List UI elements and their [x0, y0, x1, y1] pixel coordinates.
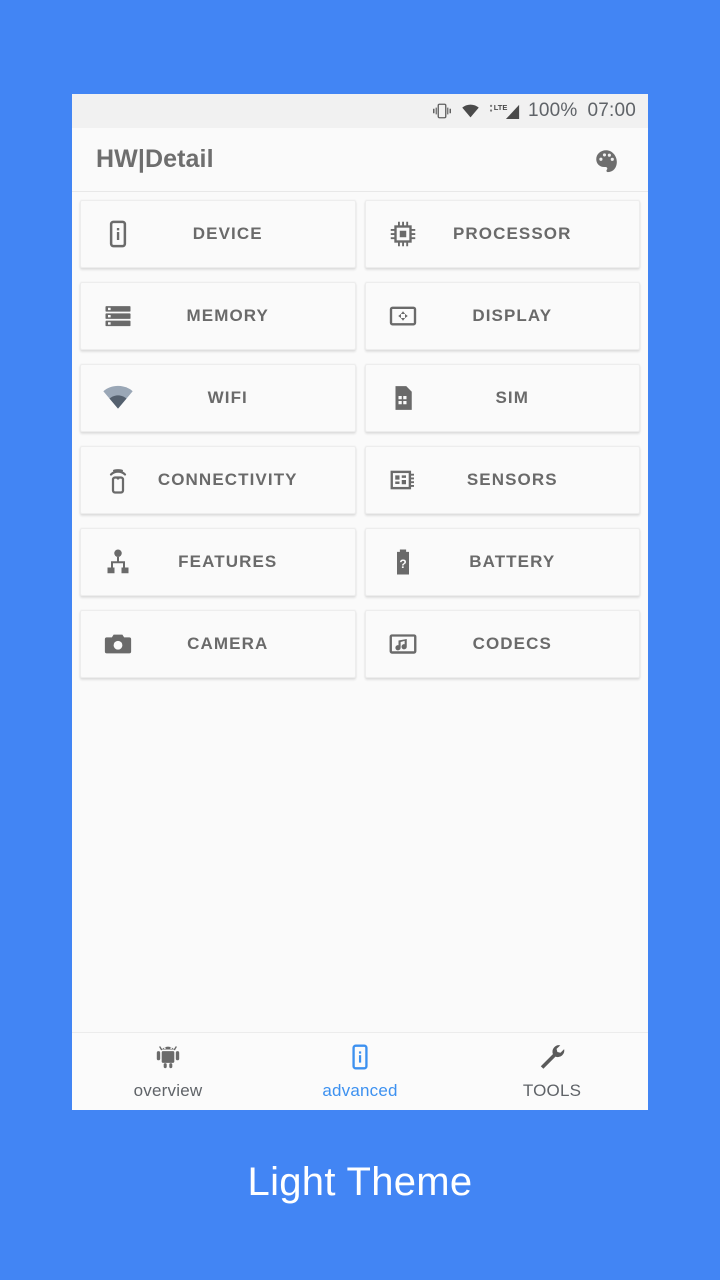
svg-text:LTE: LTE — [494, 102, 508, 111]
card-label: FEATURES — [178, 552, 278, 571]
battery-unknown-icon: ? — [366, 547, 440, 577]
nav-label: overview — [133, 1080, 203, 1100]
caption-text: Light Theme — [247, 1160, 473, 1204]
display-icon — [366, 301, 440, 331]
card-label: CONNECTIVITY — [157, 470, 298, 489]
memory-modules-icon — [81, 301, 155, 331]
nav-item-overview[interactable]: overview — [72, 1043, 264, 1101]
card-features[interactable]: FEATURES — [80, 528, 356, 596]
card-sensors[interactable]: SENSORS — [364, 446, 640, 514]
page-title: HW|Detail — [96, 145, 214, 173]
card-battery[interactable]: ? BATTERY — [364, 528, 640, 596]
card-memory[interactable]: MEMORY — [80, 282, 356, 350]
device-info-icon — [81, 219, 155, 249]
nav-item-advanced[interactable]: advanced — [264, 1043, 456, 1101]
card-label: CODECS — [472, 634, 552, 653]
status-bar: LTE 100% 07:00 — [72, 94, 648, 128]
card-wifi[interactable]: WIFI — [80, 364, 356, 432]
android-robot-icon — [154, 1043, 182, 1076]
palette-icon[interactable] — [586, 140, 626, 180]
card-connectivity[interactable]: CONNECTIVITY — [80, 446, 356, 514]
card-label: WIFI — [207, 388, 248, 407]
card-display[interactable]: DISPLAY — [364, 282, 640, 350]
card-label: CAMERA — [187, 634, 269, 653]
card-device[interactable]: DEVICE — [80, 200, 356, 268]
camera-icon — [81, 629, 155, 659]
app-toolbar: HW|Detail — [72, 128, 648, 192]
category-grid: DEVICE PROCESSOR MEMORY DISPLAY WIFI SIM… — [72, 192, 648, 678]
nav-label: TOOLS — [522, 1080, 582, 1100]
sensors-chip-icon — [366, 465, 440, 495]
features-tree-icon — [81, 547, 155, 577]
codecs-music-icon — [366, 629, 440, 659]
card-label: DISPLAY — [472, 306, 553, 325]
card-label: PROCESSOR — [452, 224, 572, 243]
svg-text:?: ? — [399, 557, 406, 571]
phone-screen: LTE 100% 07:00 HW|Detail DEVICE PROCESSO… — [72, 94, 648, 1110]
lte-signal-icon: LTE — [489, 102, 521, 121]
battery-percent: 100% — [528, 100, 578, 121]
wrench-icon — [538, 1043, 566, 1076]
card-processor[interactable]: PROCESSOR — [364, 200, 640, 268]
wifi-icon — [81, 382, 155, 414]
connectivity-icon — [81, 465, 155, 495]
nav-item-tools[interactable]: TOOLS — [456, 1043, 648, 1101]
card-label: DEVICE — [192, 224, 263, 243]
card-label: SIM — [495, 388, 530, 407]
card-camera[interactable]: CAMERA — [80, 610, 356, 678]
device-info-icon — [346, 1043, 374, 1076]
status-time: 07:00 — [587, 100, 636, 121]
card-label: SENSORS — [466, 470, 558, 489]
card-codecs[interactable]: CODECS — [364, 610, 640, 678]
wifi-icon — [459, 102, 482, 120]
card-label: MEMORY — [186, 306, 269, 325]
bottom-navigation: overview advanced TOOLS — [72, 1032, 648, 1110]
cpu-chip-icon — [366, 219, 440, 249]
vibrate-icon — [432, 102, 452, 120]
card-label: BATTERY — [469, 552, 556, 571]
sim-card-icon — [366, 383, 440, 413]
card-sim[interactable]: SIM — [364, 364, 640, 432]
nav-label: advanced — [322, 1080, 398, 1100]
